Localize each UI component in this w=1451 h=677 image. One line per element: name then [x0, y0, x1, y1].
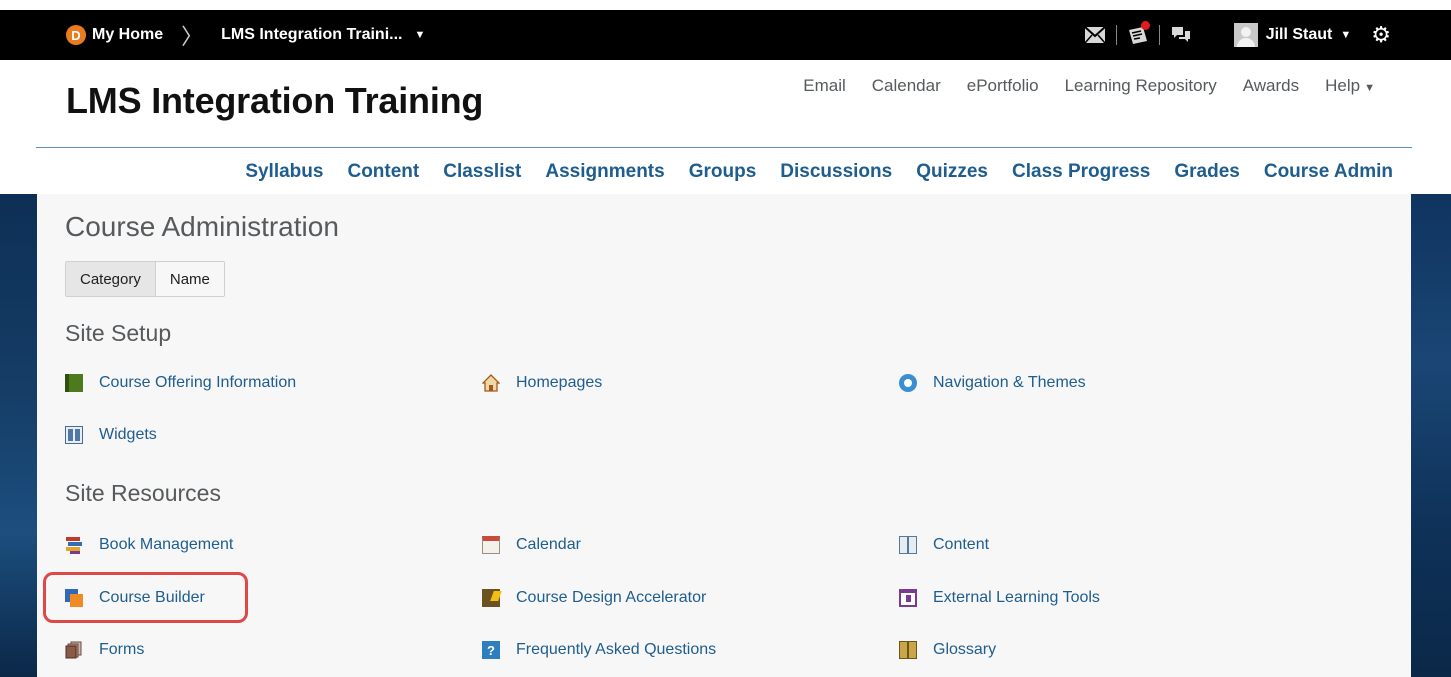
minibar-divider	[1158, 25, 1160, 45]
external-tools-icon	[899, 589, 917, 607]
faq-icon: ?	[482, 641, 500, 659]
tool-label: Calendar	[516, 536, 581, 553]
tool-forms[interactable]: Forms	[65, 638, 144, 662]
tool-course-offering-information[interactable]: Course Offering Information	[65, 371, 296, 395]
calendar-icon	[482, 536, 500, 554]
learning-repository-link[interactable]: Learning Repository	[1065, 76, 1217, 96]
books-stack-icon	[65, 536, 83, 554]
course-selector-caret-icon[interactable]: ▼	[414, 29, 425, 41]
course-navbar: Syllabus Content Classlist Assignments G…	[245, 155, 1393, 189]
view-toggle: Category Name	[65, 261, 225, 297]
top-minibar: D My Home 〉 LMS Integration Traini... ▼ …	[0, 10, 1451, 60]
subscription-alerts-icon[interactable]	[1170, 24, 1192, 46]
tool-homepages[interactable]: Homepages	[481, 371, 603, 395]
tool-frequently-asked-questions[interactable]: ? Frequently Asked Questions	[482, 638, 716, 662]
minibar-left: D My Home 〉 LMS Integration Traini... ▼	[66, 10, 425, 60]
header-divider	[36, 147, 1412, 148]
tool-label: Navigation & Themes	[933, 374, 1086, 391]
header-links: Email Calendar ePortfolio Learning Repos…	[803, 76, 1375, 96]
tool-label: Course Offering Information	[99, 374, 297, 391]
help-label: Help	[1325, 76, 1361, 95]
avatar[interactable]	[1233, 23, 1258, 47]
tool-label: Widgets	[99, 426, 157, 443]
glossary-icon	[899, 641, 917, 659]
nav-content[interactable]: Content	[347, 161, 419, 183]
calendar-link[interactable]: Calendar	[872, 76, 941, 96]
gear-icon[interactable]: ⚙	[1371, 24, 1391, 46]
tool-navigation-themes[interactable]: Navigation & Themes	[899, 371, 1086, 395]
chevron-down-icon: ▼	[1364, 82, 1375, 94]
tool-book-management[interactable]: Book Management	[65, 533, 233, 557]
tool-label: Course Design Accelerator	[516, 589, 707, 606]
tool-label: Glossary	[933, 641, 997, 658]
nav-grades[interactable]: Grades	[1174, 161, 1239, 183]
tool-label: External Learning Tools	[933, 589, 1100, 606]
eportfolio-link[interactable]: ePortfolio	[967, 76, 1039, 96]
name-view-button[interactable]: Name	[156, 262, 224, 296]
nav-syllabus[interactable]: Syllabus	[245, 161, 323, 183]
notification-dot	[1140, 21, 1150, 30]
nav-discussions[interactable]: Discussions	[780, 161, 892, 183]
nav-classlist[interactable]: Classlist	[443, 161, 521, 183]
nav-quizzes[interactable]: Quizzes	[916, 161, 988, 183]
course-selector[interactable]: LMS Integration Traini...	[221, 26, 402, 44]
background-image-right	[1411, 194, 1451, 677]
compass-icon	[899, 374, 917, 392]
my-home-link[interactable]: My Home	[92, 26, 163, 44]
nav-course-admin[interactable]: Course Admin	[1264, 161, 1393, 183]
open-book-icon	[899, 536, 917, 554]
green-book-icon	[65, 374, 83, 392]
category-view-button[interactable]: Category	[66, 262, 156, 296]
minibar-divider	[1115, 25, 1117, 45]
tool-label: Content	[933, 536, 990, 553]
user-name[interactable]: Jill Staut	[1266, 26, 1333, 44]
user-menu-caret-icon[interactable]: ▼	[1340, 29, 1351, 41]
tool-label: Forms	[99, 641, 145, 658]
tool-widgets[interactable]: Widgets	[65, 423, 157, 447]
tool-calendar[interactable]: Calendar	[482, 533, 581, 557]
page-title: Course Administration	[65, 211, 339, 242]
tool-label: Book Management	[99, 536, 234, 553]
background-image-left	[0, 194, 37, 677]
course-title[interactable]: LMS Integration Training	[66, 80, 483, 122]
chevron-right-icon: 〉	[181, 24, 204, 49]
tool-content[interactable]: Content	[899, 533, 989, 557]
update-alerts-icon[interactable]	[1127, 21, 1150, 46]
minibar-right: Jill Staut ▼ ⚙	[1084, 10, 1391, 60]
help-menu[interactable]: Help ▼	[1325, 76, 1375, 96]
message-alerts-icon[interactable]	[1084, 24, 1106, 46]
tool-label: Homepages	[516, 374, 603, 391]
tool-course-design-accelerator[interactable]: Course Design Accelerator	[482, 586, 706, 610]
section-title-site-setup: Site Setup	[65, 320, 172, 346]
forms-icon	[65, 641, 83, 659]
email-link[interactable]: Email	[803, 76, 846, 96]
tool-external-learning-tools[interactable]: External Learning Tools	[899, 586, 1100, 610]
nav-class-progress[interactable]: Class Progress	[1012, 161, 1150, 183]
design-accelerator-icon	[482, 589, 500, 607]
tool-glossary[interactable]: Glossary	[899, 638, 996, 662]
section-title-site-resources: Site Resources	[65, 480, 221, 506]
nav-assignments[interactable]: Assignments	[545, 161, 664, 183]
nav-groups[interactable]: Groups	[689, 161, 757, 183]
brightspace-logo-icon[interactable]: D	[66, 25, 86, 45]
widgets-icon	[65, 426, 83, 444]
awards-link[interactable]: Awards	[1243, 76, 1299, 96]
course-builder-highlight	[43, 572, 248, 623]
tool-label: Frequently Asked Questions	[516, 641, 717, 658]
house-icon	[481, 374, 501, 392]
